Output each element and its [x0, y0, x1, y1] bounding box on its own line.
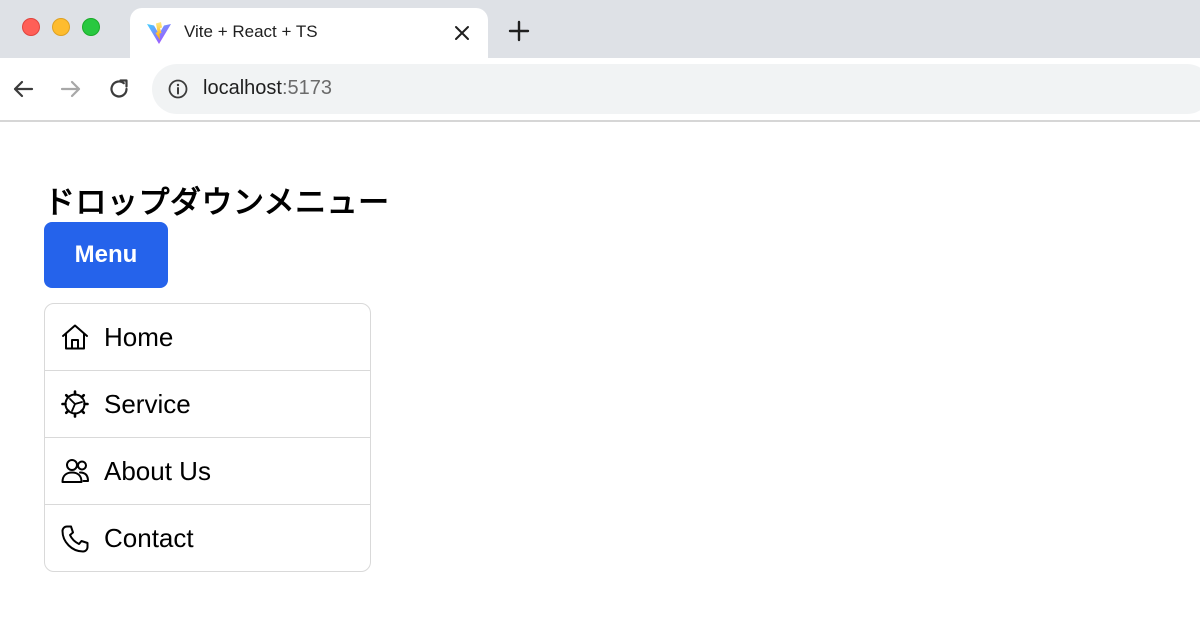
gear-icon [60, 389, 90, 419]
window-minimize-button[interactable] [52, 18, 70, 36]
menu-item-label: About Us [104, 455, 211, 486]
window-close-button[interactable] [22, 18, 40, 36]
arrow-left-icon[interactable] [11, 77, 35, 101]
url-port: :5173 [281, 77, 332, 99]
users-icon [60, 456, 90, 486]
tab-title: Vite + React + TS [184, 22, 318, 41]
browser-tab[interactable]: Vite + React + TS [130, 8, 488, 58]
url-text: localhost:5173 [203, 77, 332, 100]
close-icon[interactable] [452, 23, 472, 43]
menu-item-service[interactable]: Service [45, 371, 370, 438]
url-host: localhost [203, 77, 282, 99]
menu-item-home[interactable]: Home [45, 304, 370, 371]
info-icon[interactable] [168, 79, 188, 99]
vite-logo-icon [146, 21, 172, 45]
menu-item-label: Service [104, 388, 191, 419]
reload-icon[interactable] [107, 77, 131, 101]
browser-toolbar: localhost:5173 [0, 58, 1200, 120]
arrow-right-icon[interactable] [59, 77, 83, 101]
phone-icon [60, 524, 90, 554]
menu-button[interactable]: Menu [44, 222, 168, 288]
menu-item-about-us[interactable]: About Us [45, 438, 370, 505]
dropdown-menu: Home Service About Us Contact [44, 303, 371, 572]
page-title: ドロップダウンメニュー [44, 185, 390, 220]
menu-item-label: Contact [104, 523, 194, 553]
menu-item-contact[interactable]: Contact [45, 505, 370, 571]
window-maximize-button[interactable] [82, 18, 100, 36]
plus-icon[interactable] [508, 20, 530, 42]
browser-tab-bar: Vite + React + TS [0, 0, 1200, 58]
home-icon [60, 322, 90, 352]
address-bar[interactable]: localhost:5173 [152, 64, 1200, 114]
toolbar-divider [0, 120, 1200, 122]
menu-item-label: Home [104, 321, 174, 352]
